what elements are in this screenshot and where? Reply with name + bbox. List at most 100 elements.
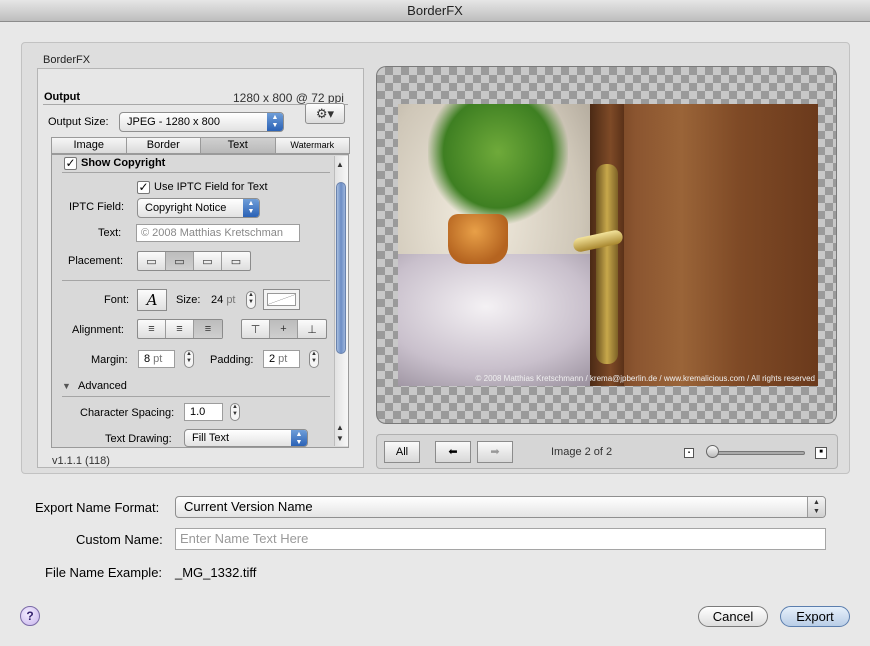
section-divider xyxy=(62,396,330,397)
character-spacing-field[interactable]: 1.0 xyxy=(184,403,223,421)
output-size-label: Output Size: xyxy=(48,116,109,128)
photo-pot xyxy=(448,214,508,264)
tab-watermark[interactable]: Watermark xyxy=(274,137,350,154)
checkmark-icon: ✓ xyxy=(138,180,149,194)
tab-text[interactable]: Text xyxy=(200,137,275,154)
align-right-icon[interactable]: ≡ xyxy=(194,320,222,338)
size-value: 24 pt xyxy=(211,294,236,306)
zoom-in-icon[interactable]: ■ xyxy=(815,447,827,459)
photo-bathtub xyxy=(398,254,618,386)
horizontal-alignment-control: ≡ ≡ ≡ xyxy=(137,319,223,339)
image-counter: Image 2 of 2 xyxy=(551,446,613,458)
size-stepper[interactable]: ▲ ▼ xyxy=(246,291,256,309)
character-spacing-stepper[interactable]: ▲ ▼ xyxy=(230,403,240,421)
placement-top-inside-icon[interactable]: ▭ xyxy=(194,252,222,270)
preview-photo xyxy=(398,104,818,386)
disclosure-triangle-icon: ▼ xyxy=(62,381,71,391)
help-button[interactable]: ? xyxy=(20,606,40,626)
align-top-icon[interactable]: ⊤ xyxy=(242,320,270,338)
previous-image-button[interactable]: ⬅ xyxy=(435,441,471,463)
custom-name-label: Custom Name: xyxy=(76,532,163,547)
iptc-field-value: Copyright Notice xyxy=(145,202,227,214)
popup-arrows-icon: ▲ ▼ xyxy=(807,497,825,517)
placement-segmented-control: ▭ ▭ ▭ ▭ xyxy=(137,251,251,271)
output-divider xyxy=(43,104,348,105)
next-image-button[interactable]: ➡ xyxy=(477,441,513,463)
align-center-icon[interactable]: ≡ xyxy=(166,320,194,338)
custom-name-input[interactable]: Enter Name Text Here xyxy=(175,528,826,550)
plugin-name: BorderFX xyxy=(43,54,91,66)
padding-stepper[interactable]: ▲ ▼ xyxy=(309,350,319,368)
text-drawing-value: Fill Text xyxy=(192,432,230,444)
file-name-example-value: _MG_1332.tiff xyxy=(175,565,257,580)
iptc-field-label: IPTC Field: xyxy=(69,201,125,213)
output-size-value: JPEG - 1280 x 800 xyxy=(127,116,220,128)
character-spacing-label: Character Spacing: xyxy=(80,407,175,419)
zoom-slider-knob[interactable] xyxy=(706,445,719,458)
align-left-icon[interactable]: ≡ xyxy=(138,320,166,338)
popup-arrows-icon: ▲ ▼ xyxy=(291,430,307,446)
copyright-text-field[interactable]: © 2008 Matthias Kretschman xyxy=(136,224,300,242)
export-button[interactable]: Export xyxy=(780,606,850,627)
alignment-label: Alignment: xyxy=(72,324,124,336)
checkmark-icon: ✓ xyxy=(65,156,76,170)
settings-tabs: Image Border Text Watermark xyxy=(51,137,350,154)
popup-arrows-icon: ▲ ▼ xyxy=(267,113,283,131)
zoom-slider-track[interactable] xyxy=(712,451,805,455)
show-copyright-checkbox[interactable]: ✓ xyxy=(64,157,77,170)
font-glyph-icon: A xyxy=(146,291,158,309)
show-copyright-label: Show Copyright xyxy=(81,157,166,169)
section-divider xyxy=(62,280,330,281)
margin-field[interactable]: 8 pt xyxy=(138,350,175,368)
window-title-bar: BorderFX xyxy=(0,0,870,22)
tab-border[interactable]: Border xyxy=(125,137,200,154)
padding-field[interactable]: 2 pt xyxy=(263,350,300,368)
gear-menu-button[interactable]: ⚙▾ xyxy=(305,103,345,124)
margin-label: Margin: xyxy=(91,354,128,366)
scroll-up-icon[interactable]: ▲ xyxy=(336,160,344,169)
text-drawing-label: Text Drawing: xyxy=(105,433,172,445)
advanced-disclosure[interactable]: ▼ Advanced xyxy=(62,380,127,392)
section-divider xyxy=(62,172,330,173)
placement-bottom-outside-icon[interactable]: ▭ xyxy=(138,252,166,270)
cancel-button[interactable]: Cancel xyxy=(698,606,768,627)
margin-stepper[interactable]: ▲ ▼ xyxy=(184,350,194,368)
placement-label: Placement: xyxy=(68,255,124,267)
arrow-right-icon: ➡ xyxy=(490,446,500,458)
export-name-format-label: Export Name Format: xyxy=(35,500,160,515)
placement-top-outside-icon[interactable]: ▭ xyxy=(222,252,250,270)
align-bottom-icon[interactable]: ⊥ xyxy=(298,320,326,338)
align-middle-icon[interactable]: + xyxy=(270,320,298,338)
scroll-down-icon[interactable]: ▼ xyxy=(336,434,344,443)
output-size-select[interactable]: JPEG - 1280 x 800 ▲ ▼ xyxy=(119,112,284,132)
use-iptc-label: Use IPTC Field for Text xyxy=(154,181,268,193)
photo-plant xyxy=(428,104,568,224)
tab-image[interactable]: Image xyxy=(51,137,126,154)
photo-door xyxy=(590,104,818,386)
help-icon: ? xyxy=(26,609,34,623)
output-heading: Output xyxy=(44,91,81,103)
font-picker-button[interactable]: A xyxy=(137,289,167,311)
text-drawing-select[interactable]: Fill Text ▲ ▼ xyxy=(184,429,308,447)
copyright-overlay-text: © 2008 Matthias Kretschmann / krema@jpbe… xyxy=(475,374,815,383)
size-label: Size: xyxy=(176,294,201,306)
vertical-alignment-control: ⊤ + ⊥ xyxy=(241,319,327,339)
placement-bottom-inside-icon[interactable]: ▭ xyxy=(166,252,194,270)
scroll-up-icon-lower[interactable]: ▲ xyxy=(336,423,344,432)
advanced-label: Advanced xyxy=(77,380,127,392)
use-iptc-checkbox[interactable]: ✓ xyxy=(137,181,150,194)
photo-door-plate xyxy=(596,164,618,364)
padding-label: Padding: xyxy=(210,354,254,366)
text-color-well[interactable] xyxy=(263,289,300,310)
file-name-example-label: File Name Example: xyxy=(45,565,163,580)
export-name-format-value: Current Version Name xyxy=(184,499,313,514)
zoom-out-icon[interactable]: ▪ xyxy=(684,448,694,458)
text-label: Text: xyxy=(98,227,122,239)
scrollbar-thumb[interactable] xyxy=(336,182,346,354)
version-label: v1.1.1 (118) xyxy=(52,455,110,467)
iptc-field-select[interactable]: Copyright Notice ▲ ▼ xyxy=(137,198,260,218)
gear-icon: ⚙▾ xyxy=(315,106,335,121)
all-images-button[interactable]: All xyxy=(384,441,420,463)
arrow-left-icon: ⬅ xyxy=(448,446,458,458)
export-name-format-select[interactable]: Current Version Name ▲ ▼ xyxy=(175,496,826,518)
